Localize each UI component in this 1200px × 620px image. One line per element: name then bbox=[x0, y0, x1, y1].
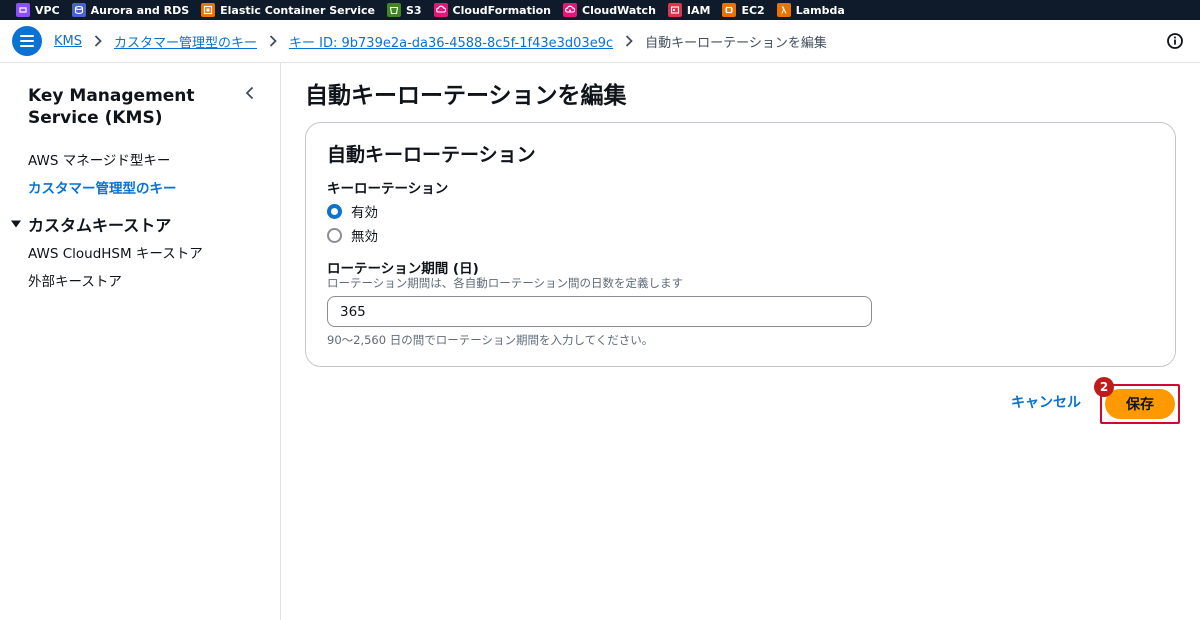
auto-rotation-panel: 自動キーローテーション キーローテーション 有効 無効 ローテーション期間 (日… bbox=[305, 122, 1176, 367]
sidebar-item-external-key-stores[interactable]: 外部キーストア bbox=[28, 270, 122, 290]
breadcrumb-kms[interactable]: KMS bbox=[54, 34, 82, 49]
info-icon bbox=[1167, 33, 1183, 49]
panel-title: 自動キーローテーション bbox=[327, 144, 536, 166]
chevron-left-icon bbox=[245, 86, 254, 100]
iam-icon bbox=[667, 3, 682, 17]
chevron-right-icon bbox=[620, 33, 638, 49]
rotation-enabled-radio[interactable]: 有効 bbox=[327, 201, 378, 221]
service-shortcut-lambda[interactable]: Lambda bbox=[776, 0, 845, 20]
breadcrumb-current: 自動キーローテーションを編集 bbox=[645, 35, 827, 51]
breadcrumb-customer-managed-keys[interactable]: カスタマー管理型のキー bbox=[114, 32, 257, 51]
step-number-badge: 2 bbox=[1094, 377, 1114, 397]
sidebar-item-customer-managed-keys[interactable]: カスタマー管理型のキー bbox=[28, 177, 177, 197]
rotation-disabled-radio[interactable]: 無効 bbox=[327, 225, 378, 245]
service-shortcut-label: Lambda bbox=[795, 3, 845, 17]
breadcrumb: KMS カスタマー管理型のキー キー ID: 9b739e2a-da36-458… bbox=[54, 32, 827, 51]
rotation-disabled-label: 無効 bbox=[351, 229, 378, 245]
service-shortcut-label: Aurora and RDS bbox=[90, 3, 190, 17]
info-button[interactable] bbox=[1166, 32, 1184, 50]
s3-icon bbox=[386, 3, 401, 17]
rotation-enabled-label: 有効 bbox=[351, 205, 378, 221]
navigation-menu-button[interactable] bbox=[12, 26, 42, 56]
service-shortcut-bar: VPC Aurora and RDS Elastic Container Servi… bbox=[0, 0, 1200, 20]
collapse-sidebar-button[interactable] bbox=[242, 85, 258, 101]
rotation-period-label: ローテーション期間 (日) bbox=[327, 261, 479, 277]
breadcrumb-header: KMS カスタマー管理型のキー キー ID: 9b739e2a-da36-458… bbox=[0, 20, 1200, 63]
service-shortcut-cloudwatch[interactable]: CloudWatch bbox=[563, 0, 656, 20]
page-title: 自動キーローテーションを編集 bbox=[305, 83, 627, 109]
service-shortcut-label: CloudWatch bbox=[582, 3, 656, 17]
chevron-right-icon bbox=[264, 33, 282, 49]
service-shortcut-ec2[interactable]: EC2 bbox=[722, 0, 765, 20]
side-navigation: Key Management Service (KMS) AWS マネージド型キ… bbox=[0, 63, 281, 620]
cancel-button[interactable]: キャンセル bbox=[1005, 392, 1087, 414]
ecs-icon bbox=[201, 3, 216, 17]
service-shortcut-label: EC2 bbox=[741, 3, 765, 17]
service-shortcut-label: Elastic Container Service bbox=[220, 3, 375, 17]
sidebar-item-cloudhsm-key-stores[interactable]: AWS CloudHSM キーストア bbox=[28, 242, 203, 262]
vpc-icon bbox=[16, 3, 30, 17]
radio-unchecked-indicator bbox=[327, 227, 342, 243]
service-shortcut-ecs[interactable]: Elastic Container Service bbox=[201, 0, 375, 20]
service-shortcut-label: IAM bbox=[686, 3, 711, 17]
chevron-right-icon bbox=[89, 33, 107, 49]
sidebar-section-label: カスタムキーストア bbox=[28, 216, 172, 235]
service-shortcut-label: VPC bbox=[35, 3, 60, 17]
service-shortcut-label: CloudFormation bbox=[452, 3, 552, 17]
hamburger-icon bbox=[20, 35, 34, 47]
key-rotation-label: キーローテーション bbox=[327, 181, 449, 197]
rds-icon bbox=[71, 3, 86, 17]
radio-checked-indicator bbox=[327, 203, 342, 219]
service-shortcut-rds[interactable]: Aurora and RDS bbox=[71, 0, 190, 20]
service-shortcut-iam[interactable]: IAM bbox=[667, 0, 711, 20]
cloudwatch-icon bbox=[563, 3, 578, 17]
side-navigation-title[interactable]: Key Management Service (KMS) bbox=[28, 85, 228, 129]
save-button[interactable]: 保存 bbox=[1105, 389, 1175, 419]
ec2-icon bbox=[722, 3, 737, 17]
cloudformation-icon bbox=[433, 3, 448, 17]
sidebar-item-aws-managed-keys[interactable]: AWS マネージド型キー bbox=[28, 149, 170, 169]
rotation-period-description: ローテーション期間は、各自動ローテーション間の日数を定義します bbox=[327, 276, 684, 290]
sidebar-section-custom-key-stores[interactable]: カスタムキーストア bbox=[10, 212, 171, 236]
lambda-icon bbox=[776, 3, 791, 17]
service-shortcut-s3[interactable]: S3 bbox=[386, 0, 422, 20]
service-shortcut-cloudformation[interactable]: CloudFormation bbox=[433, 0, 552, 20]
service-shortcut-vpc[interactable]: VPC bbox=[16, 0, 60, 20]
service-shortcut-label: S3 bbox=[405, 3, 422, 17]
rotation-period-hint: 90～2,560 日の間でローテーション期間を入力してください。 bbox=[327, 333, 654, 347]
breadcrumb-key-id[interactable]: キー ID: 9b739e2a-da36-4588-8c5f-1f43e3d03… bbox=[289, 32, 613, 51]
rotation-period-input[interactable] bbox=[327, 296, 872, 327]
caret-down-icon bbox=[11, 220, 21, 228]
